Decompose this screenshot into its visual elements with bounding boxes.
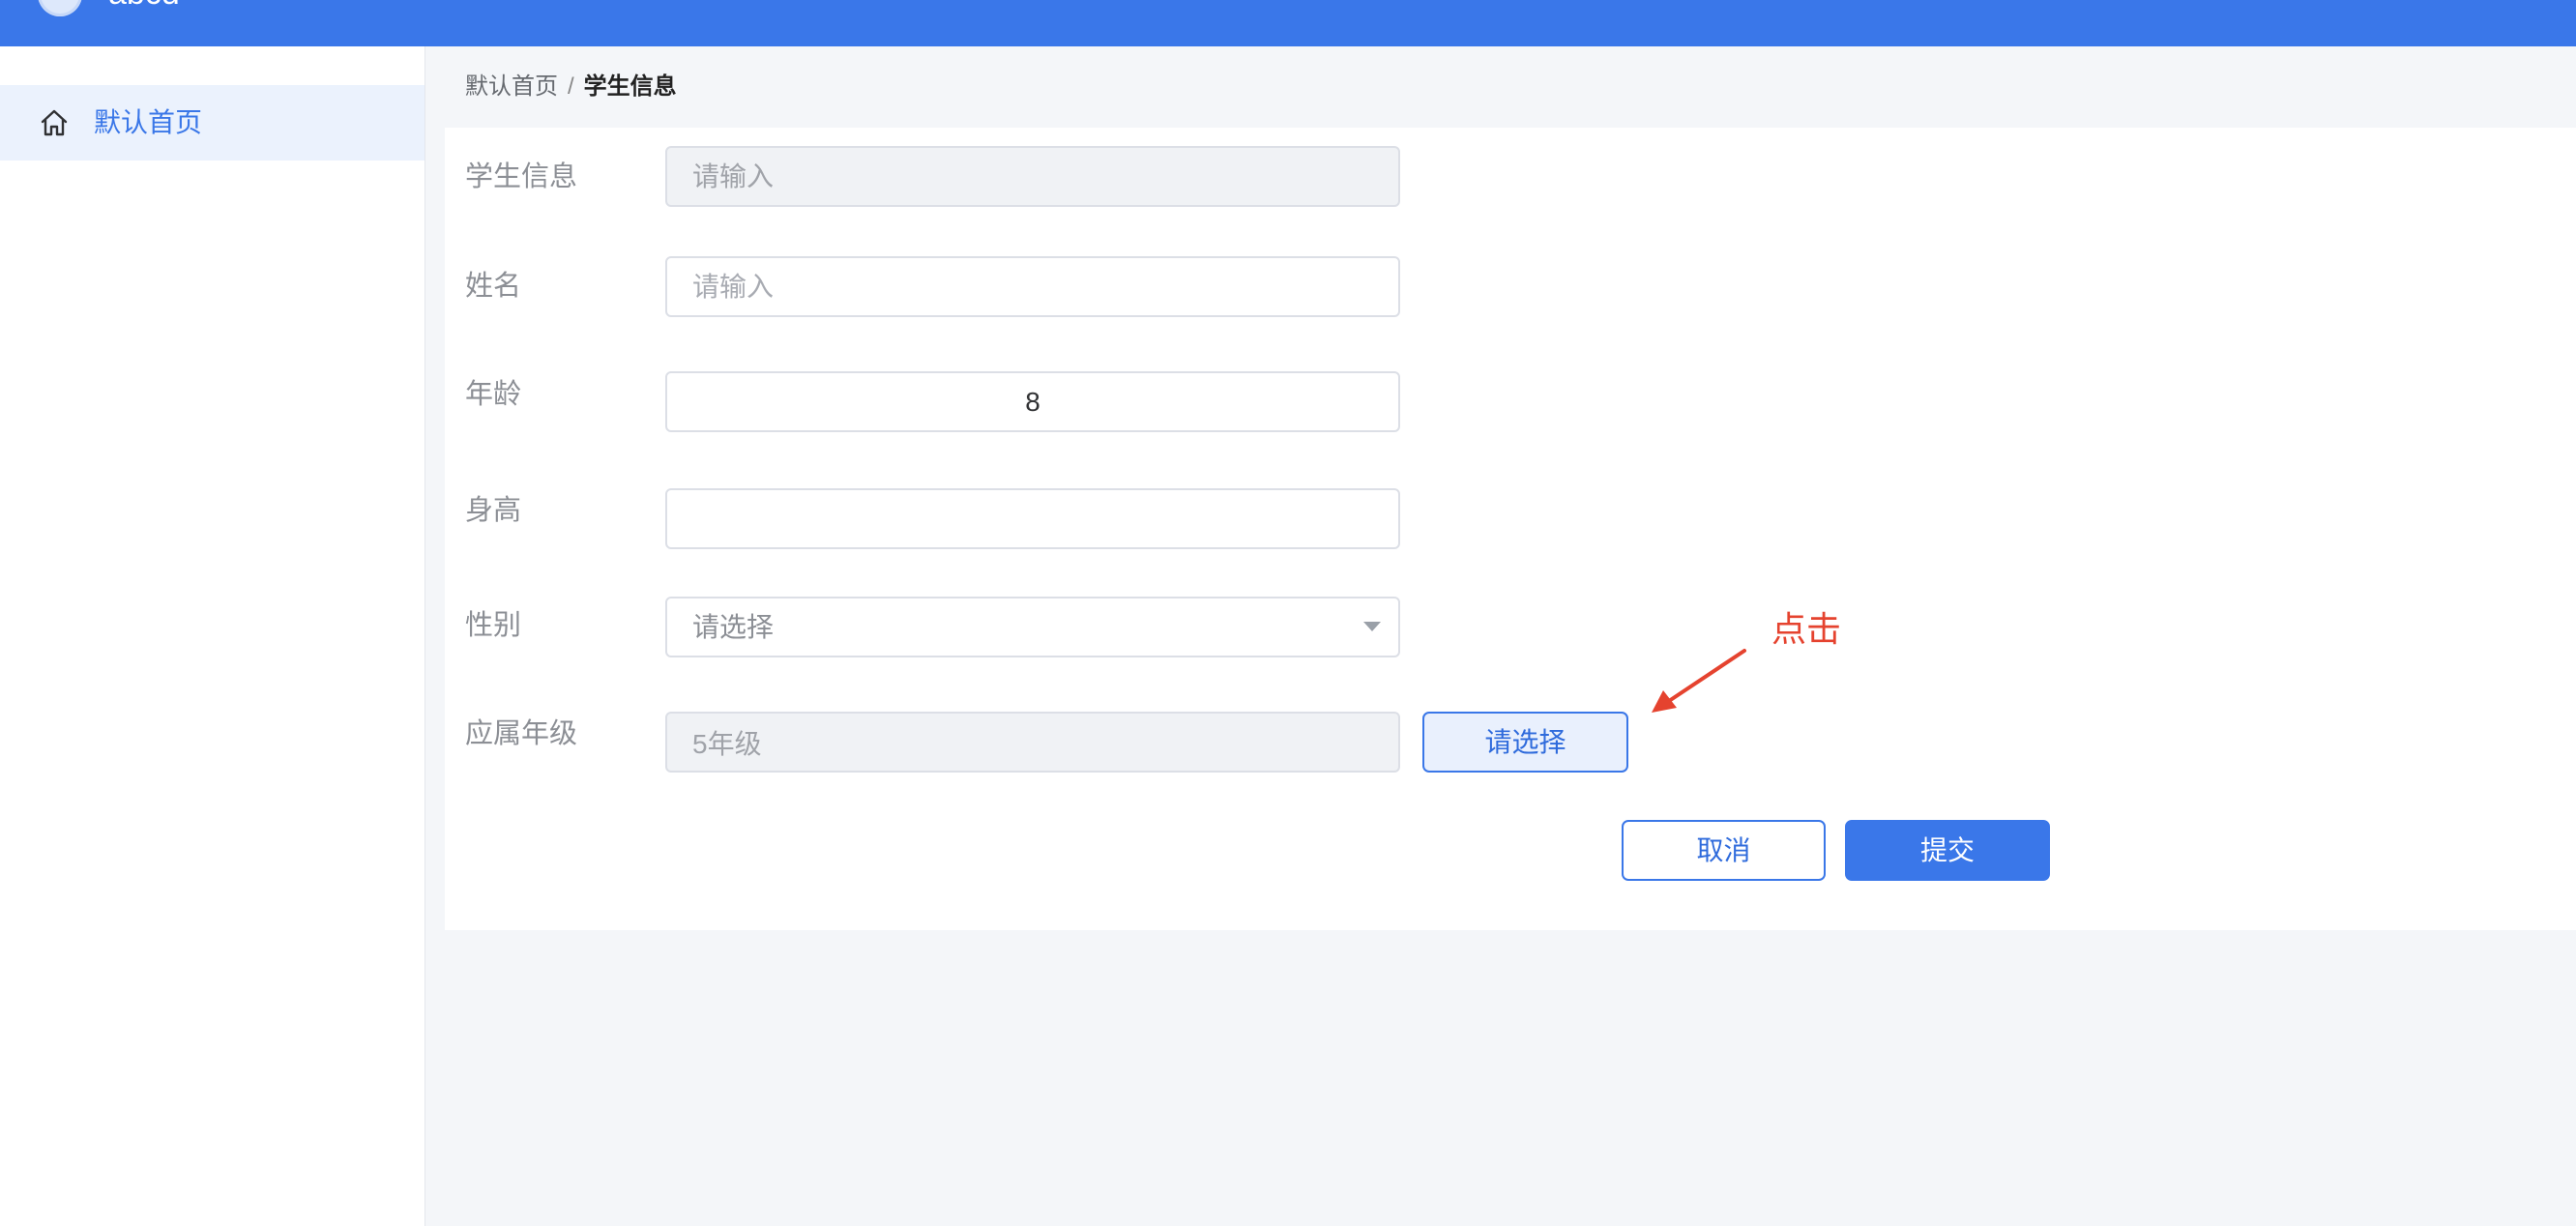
app-name: abcd (108, 0, 180, 13)
age-input[interactable] (665, 371, 1400, 432)
caret-down-icon (1363, 622, 1381, 631)
student-info-input[interactable] (665, 146, 1400, 207)
gender-select-placeholder: 请选择 (692, 612, 775, 642)
annotation-text: 点击 (1771, 609, 1842, 649)
height-input[interactable] (665, 488, 1400, 549)
top-header: abcd (0, 0, 2576, 46)
age-label: 年龄 (465, 379, 522, 410)
submit-button[interactable]: 提交 (1845, 820, 2050, 881)
breadcrumb-separator: / (568, 73, 574, 100)
grade-input[interactable] (665, 712, 1400, 773)
breadcrumb-home[interactable]: 默认首页 (465, 73, 558, 100)
name-input[interactable] (665, 256, 1400, 317)
cancel-button[interactable]: 取消 (1622, 820, 1826, 881)
name-label: 姓名 (465, 271, 522, 302)
home-icon (41, 109, 68, 136)
breadcrumb: 默认首页 / 学生信息 (465, 72, 677, 102)
annotation-arrow (1652, 649, 1746, 713)
grade-label: 应属年级 (465, 718, 578, 749)
sidebar-item-label: 默认首页 (94, 107, 203, 137)
grade-select-button[interactable]: 请选择 (1422, 712, 1628, 773)
logo-icon[interactable] (38, 0, 82, 16)
student-info-label: 学生信息 (465, 161, 578, 192)
height-label: 身高 (465, 495, 522, 526)
gender-label: 性别 (465, 610, 522, 641)
sidebar-item-home[interactable]: 默认首页 (0, 85, 424, 161)
sidebar: 默认首页 (0, 46, 425, 1226)
breadcrumb-current: 学生信息 (583, 73, 677, 100)
gender-select[interactable]: 请选择 (665, 597, 1400, 657)
form-panel: 学生信息 姓名 年龄 身高 性别 请选择 应属年级 请选择 点击 取消 提交 (445, 128, 2576, 930)
